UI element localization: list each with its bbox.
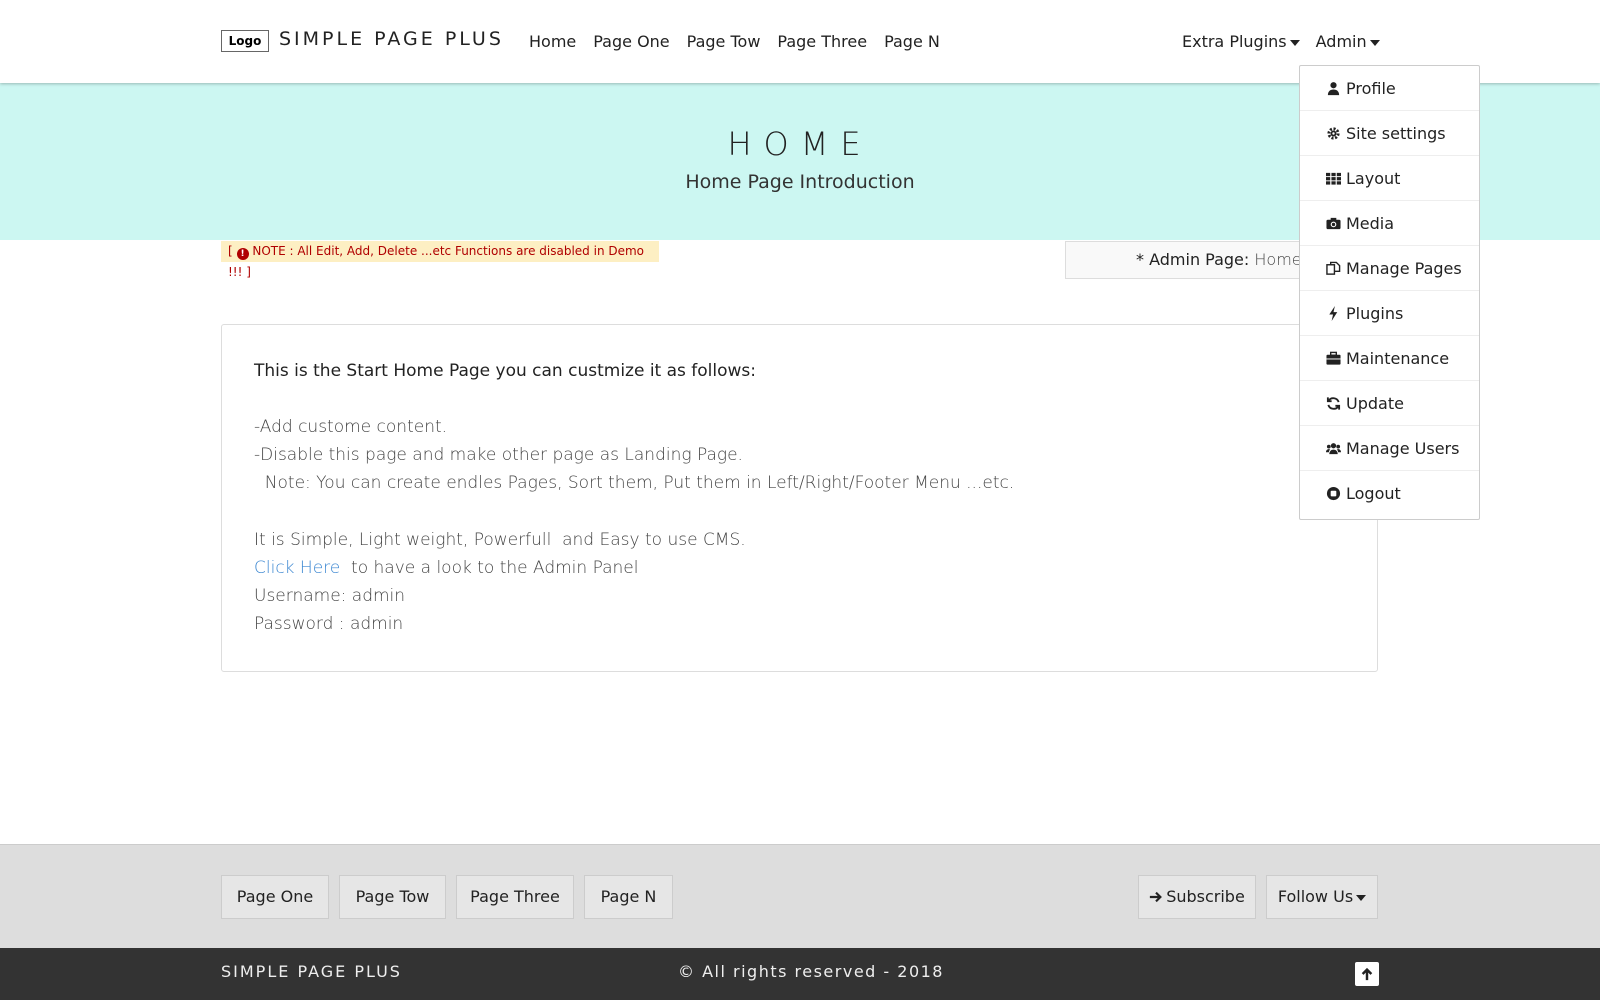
menu-item-label: Logout bbox=[1346, 484, 1401, 503]
content-line: Click Here to have a look to the Admin P… bbox=[254, 558, 638, 578]
menu-item-label: Manage Users bbox=[1346, 438, 1460, 458]
nav-page-three[interactable]: Page Three bbox=[777, 32, 867, 51]
menu-item-manage-pages[interactable]: Manage Pages bbox=[1300, 246, 1479, 291]
admin-page-label: * Admin Page: bbox=[1136, 250, 1250, 269]
footer-menu: Page One Page Tow Page Three Page N Subs… bbox=[0, 844, 1600, 948]
menu-item-site-settings[interactable]: Site settings bbox=[1300, 111, 1479, 156]
password-text: Password : admin bbox=[254, 614, 404, 634]
refresh-icon bbox=[1325, 395, 1341, 411]
footer-brand: SIMPLE PAGE PLUS bbox=[221, 962, 402, 981]
arrow-right-icon bbox=[1149, 878, 1163, 920]
menu-item-label: Update bbox=[1346, 393, 1404, 413]
copy-icon bbox=[1325, 260, 1341, 276]
grid-icon bbox=[1325, 170, 1341, 186]
caret-down-icon bbox=[1356, 894, 1367, 901]
footer-link-page-one[interactable]: Page One bbox=[221, 875, 329, 919]
content-heading: This is the Start Home Page you can cust… bbox=[254, 361, 757, 381]
bolt-icon bbox=[1325, 305, 1341, 321]
menu-item-label: Maintenance bbox=[1346, 348, 1450, 368]
logo[interactable]: Logo bbox=[221, 30, 269, 52]
username-text: Username: admin bbox=[254, 586, 406, 606]
note-text: NOTE : All Edit, Add, Delete ...etc Func… bbox=[228, 244, 645, 279]
main-nav: Home Page One Page Tow Page Three Page N bbox=[529, 32, 940, 51]
menu-item-label: Media bbox=[1346, 213, 1395, 233]
content-line: -Add custome content. bbox=[254, 417, 448, 437]
caret-down-icon bbox=[1289, 39, 1300, 46]
menu-item-update[interactable]: Update bbox=[1300, 381, 1479, 426]
gear-icon bbox=[1325, 125, 1341, 141]
footer-link-page-n[interactable]: Page N bbox=[584, 875, 673, 919]
content-line: Note: You can create endles Pages, Sort … bbox=[254, 473, 1015, 493]
menu-item-layout[interactable]: Layout bbox=[1300, 156, 1479, 201]
menu-item-logout[interactable]: Logout bbox=[1300, 471, 1479, 516]
menu-item-label: Site settings bbox=[1346, 123, 1446, 143]
admin-page-value: Home bbox=[1254, 250, 1302, 269]
menu-item-plugins[interactable]: Plugins bbox=[1300, 291, 1479, 336]
exclamation-circle-icon: ! bbox=[236, 248, 249, 260]
content-line: It is Simple, Light weight, Powerfull an… bbox=[254, 530, 746, 550]
user-icon bbox=[1325, 80, 1341, 96]
content-card: This is the Start Home Page you can cust… bbox=[221, 324, 1378, 672]
bottom-bar: SIMPLE PAGE PLUS © All rights reserved -… bbox=[0, 948, 1600, 1000]
content-line-rest: to have a look to the Admin Panel bbox=[340, 558, 639, 578]
extra-plugins-label: Extra Plugins bbox=[1182, 32, 1287, 51]
menu-item-label: Profile bbox=[1346, 78, 1396, 98]
users-icon bbox=[1325, 440, 1341, 456]
nav-page-tow[interactable]: Page Tow bbox=[687, 32, 761, 51]
nav-page-one[interactable]: Page One bbox=[593, 32, 669, 51]
menu-item-maintenance[interactable]: Maintenance bbox=[1300, 336, 1479, 381]
menu-item-label: Manage Pages bbox=[1346, 258, 1462, 278]
click-here-link[interactable]: Click Here bbox=[254, 558, 340, 578]
camera-icon bbox=[1325, 215, 1341, 231]
arrow-up-icon bbox=[1360, 967, 1374, 981]
menu-item-profile[interactable]: Profile bbox=[1300, 66, 1479, 111]
subscribe-label: Subscribe bbox=[1166, 887, 1245, 906]
menu-item-media[interactable]: Media bbox=[1300, 201, 1479, 246]
briefcase-icon bbox=[1325, 350, 1341, 366]
follow-us-dropdown[interactable]: Follow Us bbox=[1266, 875, 1378, 919]
copyright-text: © All rights reserved - 2018 bbox=[678, 962, 944, 981]
extra-plugins-menu[interactable]: Extra Plugins bbox=[1182, 32, 1300, 51]
footer-link-page-three[interactable]: Page Three bbox=[456, 875, 574, 919]
caret-down-icon bbox=[1369, 39, 1380, 46]
admin-page-selector[interactable]: * Admin Page: Home bbox=[1065, 241, 1315, 279]
back-to-top-button[interactable] bbox=[1355, 962, 1379, 986]
menu-item-label: Layout bbox=[1346, 168, 1401, 188]
stop-icon bbox=[1325, 486, 1341, 502]
content-line: -Disable this page and make other page a… bbox=[254, 445, 743, 465]
admin-label: Admin bbox=[1315, 32, 1367, 51]
admin-menu[interactable]: Admin bbox=[1316, 32, 1380, 51]
menu-item-label: Plugins bbox=[1346, 303, 1404, 323]
right-nav: Extra Plugins Admin bbox=[1182, 32, 1380, 51]
nav-home[interactable]: Home bbox=[529, 32, 576, 51]
note-prefix: [ bbox=[228, 244, 233, 258]
demo-note: [ ! NOTE : All Edit, Add, Delete ...etc … bbox=[221, 241, 659, 279]
footer-link-page-tow[interactable]: Page Tow bbox=[339, 875, 446, 919]
nav-page-n[interactable]: Page N bbox=[884, 32, 940, 51]
subscribe-button[interactable]: Subscribe bbox=[1138, 875, 1256, 919]
menu-item-manage-users[interactable]: Manage Users bbox=[1300, 426, 1479, 471]
brand-name[interactable]: SIMPLE PAGE PLUS bbox=[279, 28, 504, 50]
admin-dropdown-menu: Profile Site settings Layout Media Manag… bbox=[1299, 65, 1480, 520]
follow-us-label: Follow Us bbox=[1277, 887, 1354, 906]
